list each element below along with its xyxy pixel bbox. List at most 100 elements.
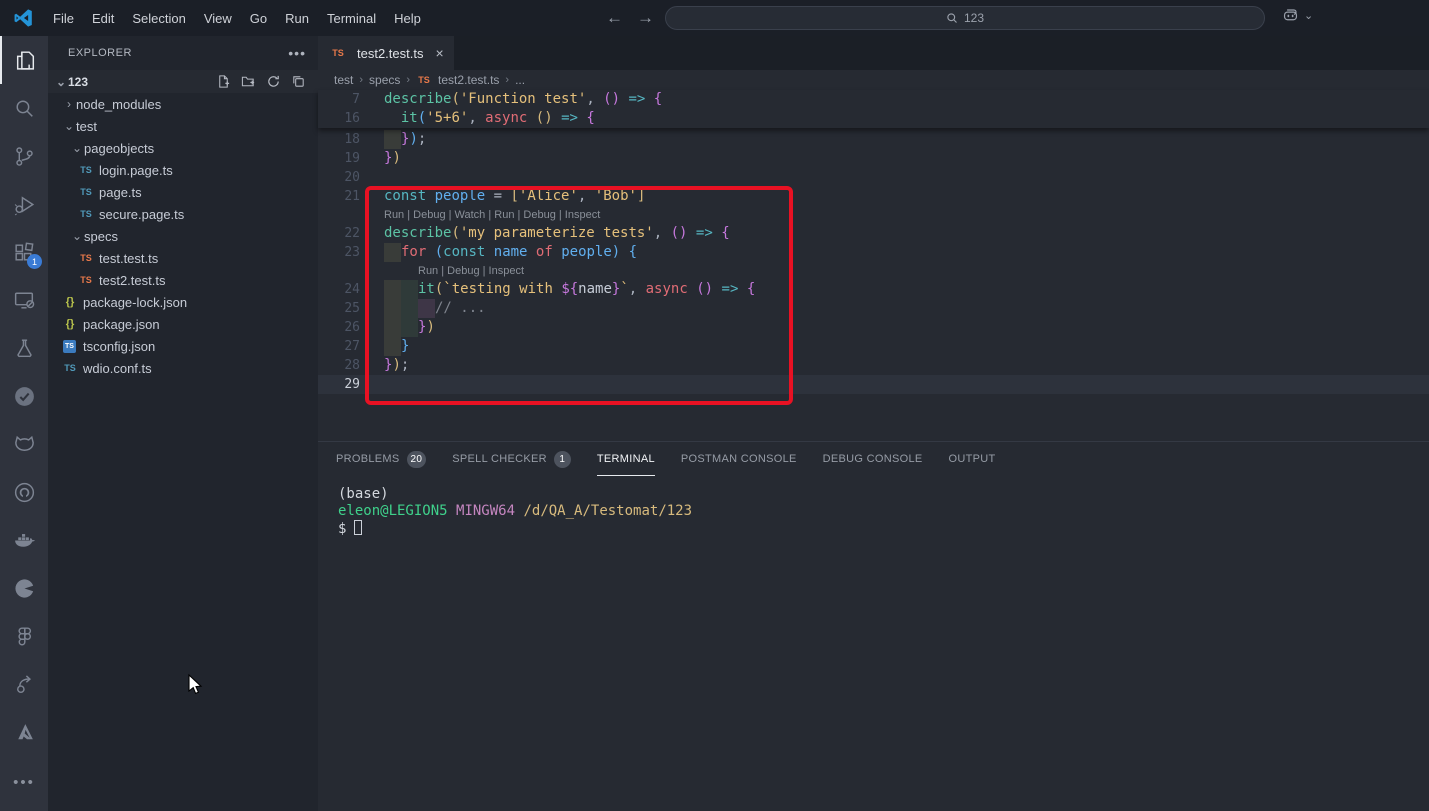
activity-source-control-icon[interactable] [0, 132, 48, 180]
tree-item-label: secure.page.ts [99, 207, 184, 222]
activity-testing-icon[interactable] [0, 324, 48, 372]
panel-tab-postman-console[interactable]: POSTMAN CONSOLE [681, 442, 797, 476]
code-line-20[interactable]: 20 [318, 168, 1429, 187]
activity-run-and-debug-icon[interactable] [0, 180, 48, 228]
code-line-7[interactable]: 7 describe('Function test', () => { [318, 90, 1429, 109]
code-line-29[interactable]: 29 [318, 375, 1429, 394]
breadcrumb-item[interactable]: test2.test.ts [438, 73, 499, 87]
code-line-24[interactable]: 24 it(`testing with ${name}`, async () =… [318, 280, 1429, 299]
menu-run[interactable]: Run [276, 0, 318, 36]
tree-folder-specs[interactable]: ⌄specs [48, 225, 318, 247]
terminal-line: (base) [338, 486, 1429, 503]
code-line-28[interactable]: 28 }); [318, 356, 1429, 375]
editor-region: TS test2.test.ts × test›specs›TStest2.te… [318, 36, 1429, 811]
activity-cat-extension-icon[interactable] [0, 420, 48, 468]
nav-forward-icon[interactable]: → [637, 8, 654, 28]
menu-bar: FileEditSelectionViewGoRunTerminalHelp [44, 0, 430, 36]
ts-blue-file-icon: TS [62, 363, 78, 373]
code-editor[interactable]: 7 describe('Function test', () => { 16 i… [318, 90, 1429, 441]
tree-folder-test[interactable]: ⌄test [48, 115, 318, 137]
typescript-file-icon: TS [416, 75, 432, 85]
menu-file[interactable]: File [44, 0, 83, 36]
tree-file-wdio-conf-ts[interactable]: TSwdio.conf.ts [48, 357, 318, 379]
code-line-16[interactable]: 16 it('5+6', async () => { [318, 109, 1429, 128]
code-line-21[interactable]: 21 const people = ['Alice', 'Bob'] [318, 187, 1429, 206]
breadcrumb-item[interactable]: ... [515, 73, 525, 87]
tab-test2-test-ts[interactable]: TS test2.test.ts × [318, 36, 454, 70]
tree-file-package-json[interactable]: {}package.json [48, 313, 318, 335]
code-line-19[interactable]: 19 }) [318, 149, 1429, 168]
activity-docker-icon[interactable] [0, 516, 48, 564]
activity-explorer-icon[interactable] [0, 36, 48, 84]
nav-back-icon[interactable]: ← [606, 8, 623, 28]
menu-terminal[interactable]: Terminal [318, 0, 385, 36]
tree-file-page-ts[interactable]: TS page.ts [48, 181, 318, 203]
panel-tab-debug-console[interactable]: DEBUG CONSOLE [823, 442, 923, 476]
codelens[interactable]: 0Run | Debug | Watch | Run | Debug | Ins… [318, 206, 1429, 224]
braces-file-icon: {} [62, 296, 78, 308]
tree-folder-pageobjects[interactable]: ⌄pageobjects [48, 137, 318, 159]
new-folder-icon[interactable] [241, 74, 256, 89]
tab-close-icon[interactable]: × [435, 45, 443, 61]
tree-file-login-page-ts[interactable]: TSlogin.page.ts [48, 159, 318, 181]
panel-tab-problems[interactable]: PROBLEMS20 [336, 442, 426, 476]
code-line-18[interactable]: 18 }); [318, 130, 1429, 149]
ts-blue-file-icon: TS [78, 187, 94, 197]
terminal-output[interactable]: (base)eleon@LEGION5 MINGW64 /d/QA_A/Test… [318, 476, 1429, 538]
activity-live-share-icon[interactable] [0, 660, 48, 708]
line-number: 27 [318, 337, 384, 356]
folder-chevron-icon: ⌄ [70, 229, 84, 243]
activity-circle-notch-extension-icon[interactable] [0, 564, 48, 612]
new-file-icon[interactable] [216, 74, 231, 89]
code-line-23[interactable]: 23 for (const name of people) { [318, 243, 1429, 262]
menu-selection[interactable]: Selection [123, 0, 194, 36]
menu-edit[interactable]: Edit [83, 0, 123, 36]
sticky-scroll: 7 describe('Function test', () => { 16 i… [318, 90, 1429, 128]
line-number: 22 [318, 224, 384, 243]
activity-figma-icon[interactable] [0, 612, 48, 660]
activity-github-icon[interactable] [0, 468, 48, 516]
tab-label: test2.test.ts [357, 46, 423, 61]
tree-file-test-test-ts[interactable]: TStest.test.ts [48, 247, 318, 269]
code-line-27[interactable]: 27 } [318, 337, 1429, 356]
panel-tab-terminal[interactable]: TERMINAL [597, 442, 655, 476]
menu-view[interactable]: View [195, 0, 241, 36]
search-input[interactable]: 123 [665, 6, 1265, 30]
tree-file-test2-test-ts[interactable]: TStest2.test.ts [48, 269, 318, 291]
line-number: 28 [318, 356, 384, 375]
explorer-more-actions-icon[interactable]: ••• [288, 45, 306, 61]
breadcrumb-item[interactable]: test [334, 73, 353, 87]
tree-file-tsconfig-json[interactable]: TStsconfig.json [48, 335, 318, 357]
codelens[interactable]: 0Run | Debug | Inspect [318, 262, 1429, 280]
copilot-menu[interactable]: ⌄ [1282, 7, 1313, 24]
tree-item-label: page.ts [99, 185, 142, 200]
breadcrumb-separator-icon: › [359, 74, 363, 86]
code-line-26[interactable]: 26 }) [318, 318, 1429, 337]
tree-item-label: test [76, 119, 97, 134]
line-number: 7 [318, 90, 384, 109]
folder-chevron-icon: ⌄ [62, 119, 76, 133]
menu-help[interactable]: Help [385, 0, 430, 36]
panel-tab-spell-checker[interactable]: SPELL CHECKER1 [452, 442, 571, 476]
explorer-section-123[interactable]: ⌄ 123 [48, 70, 318, 93]
activity-azure-icon[interactable] [0, 708, 48, 756]
activity-remote-explorer-icon[interactable] [0, 276, 48, 324]
breadcrumb-item[interactable]: specs [369, 73, 400, 87]
menu-go[interactable]: Go [241, 0, 276, 36]
ts-blue-file-icon: TS [78, 165, 94, 175]
tree-file-secure-page-ts[interactable]: TSsecure.page.ts [48, 203, 318, 225]
line-number: 21 [318, 187, 384, 206]
code-line-22[interactable]: 22 describe('my parameterize tests', () … [318, 224, 1429, 243]
activity-check-circle-icon[interactable] [0, 372, 48, 420]
activity-search-icon[interactable] [0, 84, 48, 132]
refresh-icon[interactable] [266, 74, 281, 89]
tree-folder-node-modules[interactable]: ›node_modules [48, 93, 318, 115]
code-line-25[interactable]: 25 // ... [318, 299, 1429, 318]
activity-more-icon[interactable]: ••• [0, 758, 48, 806]
collapse-all-icon[interactable] [291, 74, 306, 89]
activity-extensions-icon[interactable]: 1 [0, 228, 48, 276]
typescript-file-icon: TS [330, 48, 346, 58]
panel-tab-output[interactable]: OUTPUT [949, 442, 996, 476]
tree-item-label: test2.test.ts [99, 273, 165, 288]
tree-file-package-lock-json[interactable]: {}package-lock.json [48, 291, 318, 313]
